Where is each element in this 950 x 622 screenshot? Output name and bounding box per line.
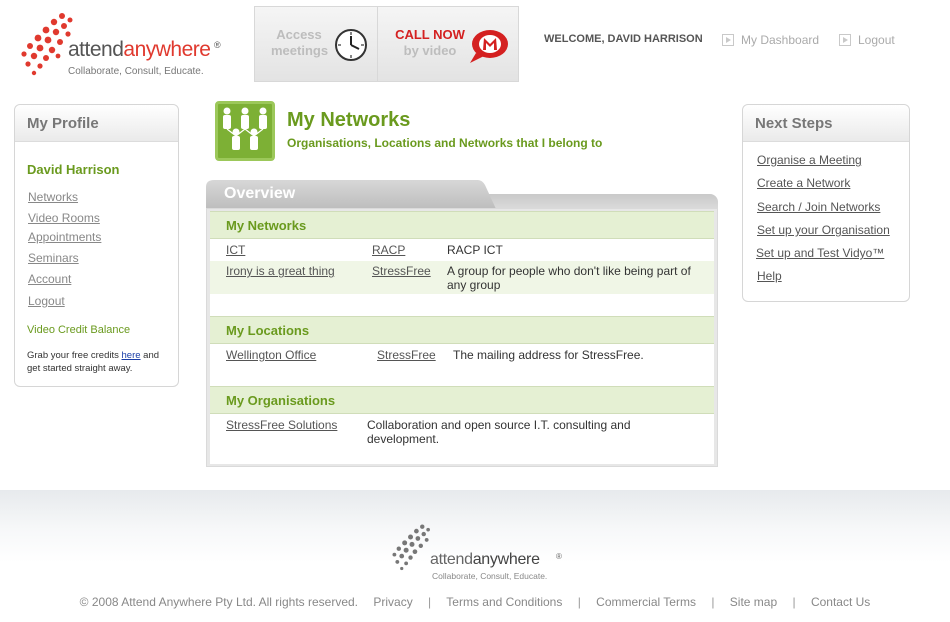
attend-anywhere-logo[interactable]: attendanywhere ® Collaborate, Consult, E… [18, 10, 228, 82]
table-row: Irony is a great thing StressFree A grou… [210, 261, 714, 294]
logo-wordmark: attendanywhere [68, 38, 211, 61]
setup-organisation-link[interactable]: Set up your Organisation [757, 223, 890, 237]
profile-nav-appointments[interactable]: Appointments [28, 230, 101, 244]
call-now-label: CALL NOW [395, 27, 465, 42]
network-description: RACP ICT [447, 243, 503, 257]
logo-registered: ® [214, 40, 221, 50]
footer-commercial-terms-link[interactable]: Commercial Terms [596, 595, 696, 609]
create-network-link[interactable]: Create a Network [757, 176, 850, 190]
help-link[interactable]: Help [757, 269, 782, 283]
overview-tab[interactable]: Overview [224, 185, 295, 203]
footer-links: © 2008 Attend Anywhere Pty Ltd. All righ… [0, 595, 950, 609]
video-credit-balance: Video Credit Balance [27, 324, 131, 336]
next-steps-panel: Next Steps Organise a Meeting Create a N… [742, 104, 910, 302]
call-now-by-video-button[interactable]: CALL NOW by video [377, 6, 519, 82]
network-people-icon [215, 101, 275, 161]
page-subtitle: Organisations, Locations and Networks th… [287, 136, 603, 150]
location-description: The mailing address for StressFree. [453, 348, 644, 362]
organise-meeting-link[interactable]: Organise a Meeting [757, 153, 862, 167]
top-logout-label: Logout [858, 33, 895, 47]
footer-contact-link[interactable]: Contact Us [811, 595, 870, 609]
profile-nav-seminars[interactable]: Seminars [28, 251, 79, 265]
by-video-label: by video [403, 43, 457, 58]
copyright-text: © 2008 Attend Anywhere Pty Ltd. All righ… [79, 595, 359, 609]
footer-privacy-link[interactable]: Privacy [373, 595, 412, 609]
next-steps-heading: Next Steps [743, 105, 909, 142]
access-meetings-label: Access meetings [271, 27, 329, 58]
table-row: StressFree Solutions Collaboration and o… [210, 415, 714, 449]
my-networks-heading: My Networks [210, 211, 714, 239]
play-arrow-icon [839, 34, 851, 46]
free-credits-here-link[interactable]: here [122, 350, 141, 361]
access-meetings-button[interactable]: Access meetings [254, 6, 378, 82]
welcome-message: WELCOME, DAVID HARRISON [544, 33, 703, 45]
clock-icon [335, 29, 367, 61]
profile-nav-networks[interactable]: Networks [28, 190, 78, 204]
organisation-description: Collaboration and open source I.T. consu… [367, 418, 631, 446]
my-profile-heading: My Profile [15, 105, 178, 142]
network-name-link[interactable]: Irony is a great thing [226, 264, 335, 278]
profile-nav-video-rooms[interactable]: Video Rooms [28, 211, 100, 225]
organisation-name-link[interactable]: StressFree Solutions [226, 418, 337, 432]
setup-test-vidyo-link[interactable]: Set up and Test Vidyo™ [756, 246, 884, 260]
video-bubble-icon [470, 30, 508, 63]
my-dashboard-link[interactable]: My Dashboard [722, 33, 819, 47]
my-locations-heading: My Locations [210, 316, 714, 344]
network-name-link[interactable]: ICT [226, 243, 245, 257]
network-description: A group for people who don't like being … [447, 264, 691, 292]
profile-nav-account[interactable]: Account [28, 272, 71, 286]
footer-sitemap-link[interactable]: Site map [730, 595, 777, 609]
my-profile-panel: My Profile David Harrison Networks Video… [14, 104, 179, 387]
top-logout-link[interactable]: Logout [839, 33, 895, 47]
location-name-link[interactable]: Wellington Office [226, 348, 316, 362]
play-arrow-icon [722, 34, 734, 46]
footer-separator: | [577, 595, 581, 609]
profile-user-name: David Harrison [27, 162, 120, 177]
network-org-link[interactable]: StressFree [372, 264, 431, 278]
overview-panel: My Networks ICT RACP RACP ICT Irony is a… [206, 208, 718, 467]
table-row: Wellington Office StressFree The mailing… [210, 345, 714, 367]
footer-logo-registered: ® [556, 552, 562, 561]
logo-tagline: Collaborate, Consult, Educate. [68, 66, 204, 77]
page-title: My Networks [287, 109, 411, 131]
footer-logo-wordmark: attendanywhere [430, 551, 540, 568]
footer-logo[interactable]: attendanywhere ® Collaborate, Consult, E… [390, 521, 570, 585]
footer-separator: | [428, 595, 432, 609]
my-organisations-heading: My Organisations [210, 386, 714, 414]
footer-separator: | [792, 595, 796, 609]
profile-nav-logout[interactable]: Logout [28, 294, 65, 308]
free-credits-text: Grab your free credits here and get star… [27, 350, 160, 374]
overview-content: My Networks ICT RACP RACP ICT Irony is a… [210, 211, 714, 464]
location-org-link[interactable]: StressFree [377, 348, 436, 362]
footer-logo-tagline: Collaborate, Consult, Educate. [432, 571, 548, 581]
network-org-link[interactable]: RACP [372, 243, 405, 257]
footer-terms-link[interactable]: Terms and Conditions [446, 595, 562, 609]
my-dashboard-label: My Dashboard [741, 33, 820, 47]
footer-logo-dots-icon [392, 524, 430, 571]
table-row: ICT RACP RACP ICT [210, 240, 714, 261]
search-join-networks-link[interactable]: Search / Join Networks [757, 200, 880, 214]
footer-separator: | [711, 595, 715, 609]
